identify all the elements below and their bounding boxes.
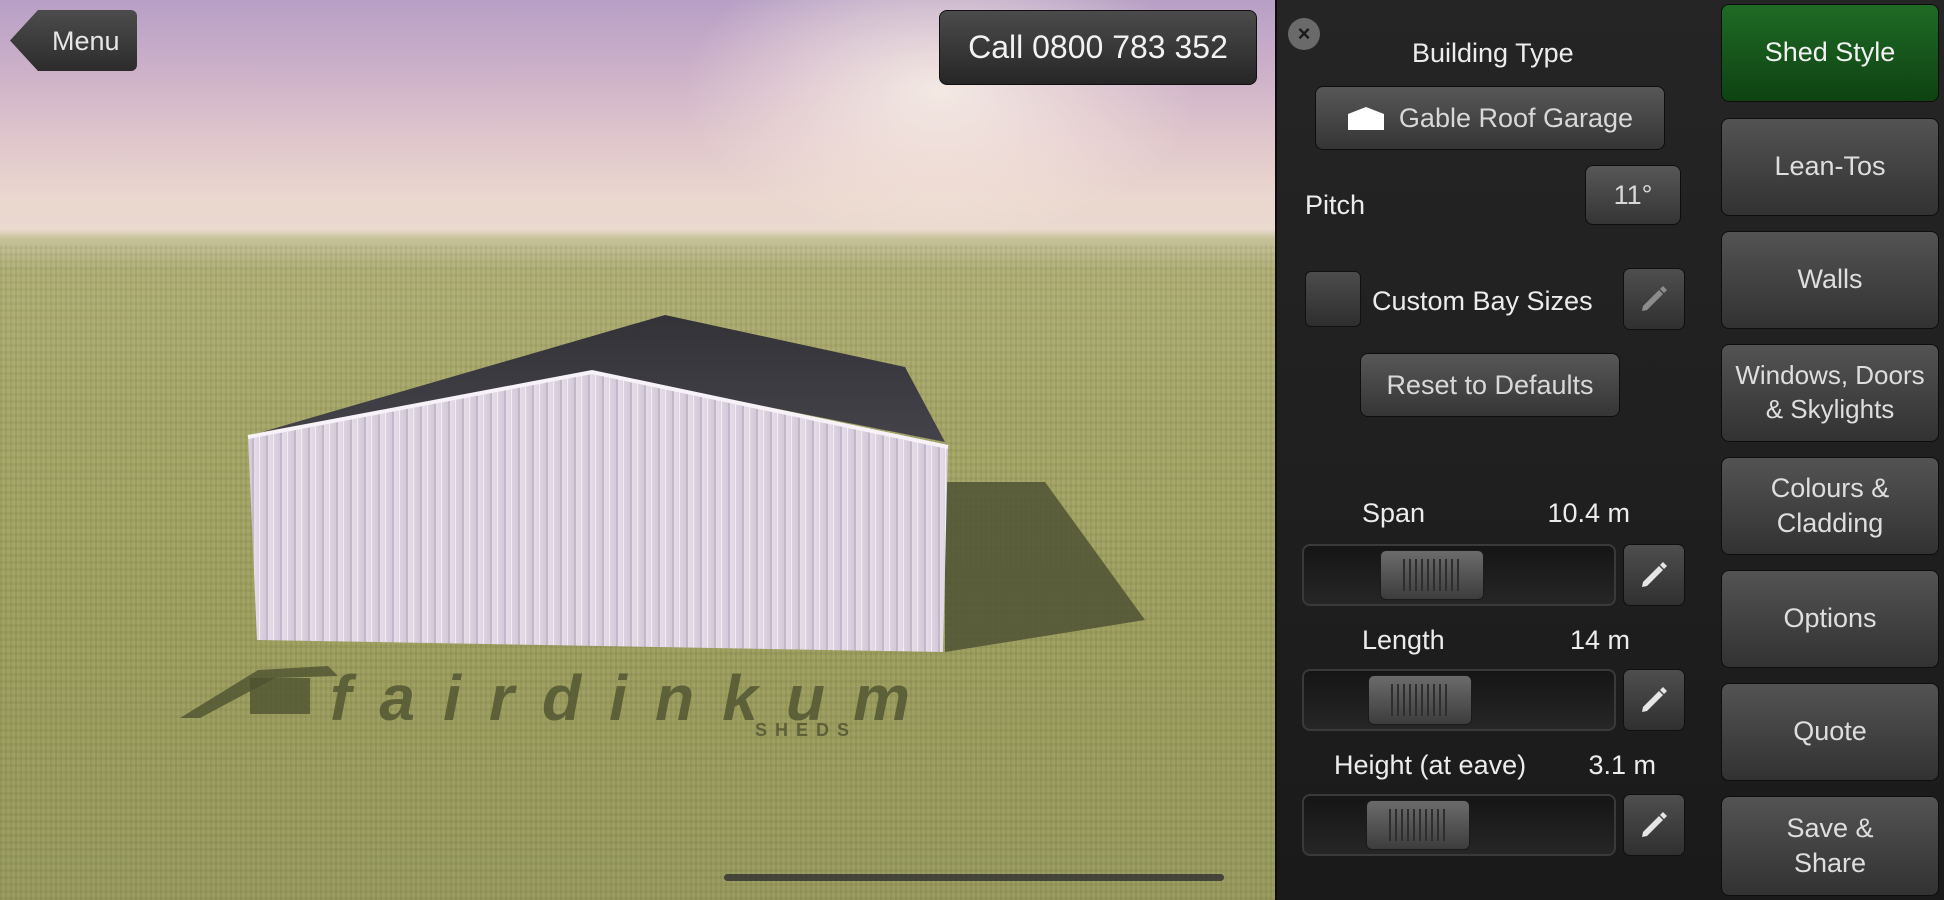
pencil-icon (1642, 562, 1667, 587)
span-slider-thumb[interactable] (1380, 550, 1484, 600)
height-slider-thumb[interactable] (1366, 800, 1470, 850)
call-button[interactable]: Call 0800 783 352 (939, 10, 1257, 85)
logo-subtext: SHEDS (755, 720, 857, 738)
custom-bay-edit-button[interactable] (1623, 268, 1685, 330)
shed-model[interactable] (0, 0, 1275, 900)
pencil-icon (1642, 812, 1667, 837)
span-label: Span (1362, 498, 1426, 528)
nav-save-share[interactable]: Save & Share (1721, 796, 1939, 896)
garage-icon (1347, 107, 1384, 130)
pitch-label: Pitch (1305, 190, 1366, 220)
nav-options[interactable]: Options (1721, 570, 1939, 668)
nav-windows-doors-skylights[interactable]: Windows, Doors & Skylights (1721, 344, 1939, 442)
height-edit-button[interactable] (1623, 794, 1685, 856)
pitch-button[interactable]: 11° (1585, 165, 1681, 225)
3d-viewport[interactable]: fairdinkum SHEDS Menu Call 0800 783 352 (0, 0, 1275, 900)
close-icon[interactable]: × (1288, 18, 1320, 50)
nav-quote[interactable]: Quote (1721, 683, 1939, 781)
menu-label: Menu (52, 26, 120, 56)
building-type-button[interactable]: Gable Roof Garage (1315, 86, 1665, 150)
span-slider[interactable] (1302, 544, 1616, 606)
nav-walls[interactable]: Walls (1721, 231, 1939, 329)
scroll-indicator (724, 874, 1224, 881)
pencil-icon (1642, 687, 1667, 712)
building-type-title: Building Type (1412, 38, 1574, 68)
nav-shed-style[interactable]: Shed Style (1721, 4, 1939, 102)
span-edit-button[interactable] (1623, 544, 1685, 606)
custom-bay-label: Custom Bay Sizes (1372, 286, 1593, 316)
height-slider[interactable] (1302, 794, 1616, 856)
length-edit-button[interactable] (1623, 669, 1685, 731)
custom-bay-checkbox[interactable] (1305, 271, 1361, 327)
length-slider[interactable] (1302, 669, 1616, 731)
length-label: Length (1362, 625, 1445, 655)
nav-colours-cladding[interactable]: Colours & Cladding (1721, 457, 1939, 555)
length-slider-thumb[interactable] (1368, 675, 1472, 725)
reset-defaults-button[interactable]: Reset to Defaults (1360, 353, 1620, 417)
pencil-icon (1642, 286, 1667, 311)
length-value: 14 m (1569, 625, 1630, 655)
building-type-value: Gable Roof Garage (1398, 102, 1634, 133)
menu-button[interactable]: Menu (10, 10, 137, 71)
height-label: Height (at eave) (1334, 750, 1527, 780)
nav-lean-tos[interactable]: Lean-Tos (1721, 118, 1939, 216)
height-value: 3.1 m (1588, 750, 1656, 780)
span-value: 10.4 m (1547, 498, 1630, 528)
fairdinkum-logo: fairdinkum SHEDS (180, 662, 910, 738)
shed-shadow (945, 482, 1145, 652)
